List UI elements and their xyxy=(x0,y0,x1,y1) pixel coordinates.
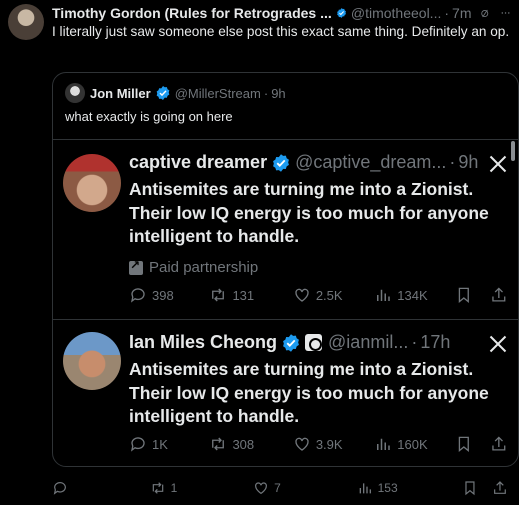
like-button[interactable]: 2.5K xyxy=(293,286,374,304)
x-logo-icon xyxy=(489,335,507,353)
author-handle[interactable]: @timotheeol... xyxy=(351,5,441,21)
quoted-post-time: 9h xyxy=(271,85,286,101)
post-time[interactable]: 7m xyxy=(452,5,471,21)
embedded-author-avatar xyxy=(63,154,121,212)
reply-count: 1K xyxy=(152,436,168,452)
reply-button[interactable] xyxy=(52,480,150,496)
post-action-bar: 1 7 153 xyxy=(52,478,513,498)
reply-button[interactable]: 398 xyxy=(129,286,209,304)
quoted-post-card[interactable]: Jon Miller @MillerStream · 9h what exact… xyxy=(52,72,519,467)
views-icon xyxy=(377,438,390,450)
dot-separator: · xyxy=(411,332,418,352)
bookmark-icon[interactable] xyxy=(455,286,473,304)
dot-separator: · xyxy=(444,5,450,21)
embedded-post-text: Antisemites are turning me into a Zionis… xyxy=(129,179,489,246)
share-icon[interactable] xyxy=(492,480,508,496)
embedded-action-bar: 398 131 2.5K 134K xyxy=(129,286,508,304)
reply-icon xyxy=(130,437,145,452)
quoted-post-header: Jon Miller @MillerStream · 9h xyxy=(65,83,286,103)
like-count: 3.9K xyxy=(315,436,343,452)
reply-button[interactable]: 1K xyxy=(129,435,209,453)
views-count: 134K xyxy=(397,287,428,303)
paid-partnership-text: Paid partnership xyxy=(149,259,259,276)
paid-partnership-icon xyxy=(129,258,143,275)
reply-icon xyxy=(53,482,66,495)
embedded-author-avatar xyxy=(63,332,121,390)
verified-badge-icon xyxy=(283,333,299,352)
x-logo-icon xyxy=(489,155,507,173)
repost-icon xyxy=(152,482,163,494)
like-count: 2.5K xyxy=(315,287,343,303)
embedded-post-header: Ian Miles Cheong @ianmil... · 17h xyxy=(129,332,508,353)
views-button[interactable]: 160K xyxy=(374,435,454,453)
embedded-post[interactable]: Ian Miles Cheong @ianmil... · 17h Antise… xyxy=(53,319,518,466)
embedded-post-text: Antisemites are turning me into a Zionis… xyxy=(129,359,489,426)
more-options-icon[interactable] xyxy=(500,5,511,21)
repost-button[interactable]: 131 xyxy=(209,286,292,304)
quoted-post-text: what exactly is going on here xyxy=(65,109,233,124)
author-avatar[interactable] xyxy=(8,4,44,40)
share-icon[interactable] xyxy=(490,435,508,453)
repost-count: 308 xyxy=(232,436,255,452)
repost-count: 1 xyxy=(170,481,178,495)
reply-icon xyxy=(130,288,145,303)
dot-separator: · xyxy=(263,85,269,101)
affiliate-badge-icon xyxy=(305,334,323,351)
grok-icon[interactable] xyxy=(480,6,490,21)
embedded-post-time: 9h xyxy=(458,152,479,172)
heart-icon xyxy=(295,437,309,451)
views-icon xyxy=(359,483,371,494)
author-name[interactable]: Timothy Gordon (Rules for Retrogrades ..… xyxy=(52,5,332,21)
embedded-post-header: captive dreamer @captive_dream... · 9h xyxy=(129,152,508,173)
like-button[interactable]: 7 xyxy=(253,480,357,496)
bookmark-icon[interactable] xyxy=(462,480,478,496)
embedded-post-time: 17h xyxy=(420,332,451,352)
like-button[interactable]: 3.9K xyxy=(293,435,374,453)
repost-button[interactable]: 1 xyxy=(150,480,254,496)
share-icon[interactable] xyxy=(490,286,508,304)
views-button[interactable]: 153 xyxy=(357,480,463,496)
embedded-author-handle: @captive_dream... xyxy=(295,152,447,172)
post-text: I literally just saw someone else post t… xyxy=(52,24,510,39)
like-count: 7 xyxy=(274,481,281,495)
embedded-author-name: captive dreamer xyxy=(129,152,268,172)
bookmark-icon[interactable] xyxy=(455,435,473,453)
quoted-author-name: Jon Miller xyxy=(90,85,151,101)
post-header: Timothy Gordon (Rules for Retrogrades ..… xyxy=(52,4,511,22)
embedded-author-name: Ian Miles Cheong xyxy=(129,332,278,352)
repost-icon xyxy=(212,437,225,451)
views-count: 160K xyxy=(397,436,428,452)
views-icon xyxy=(377,289,390,301)
verified-badge-icon xyxy=(156,86,170,100)
heart-icon xyxy=(255,482,268,495)
verified-badge-icon xyxy=(336,8,346,18)
paid-partnership-label: Paid partnership xyxy=(129,258,259,276)
quoted-author-handle: @MillerStream xyxy=(174,85,261,101)
dot-separator: · xyxy=(449,152,456,172)
quoted-author-avatar xyxy=(65,83,85,103)
views-count: 153 xyxy=(377,481,398,495)
repost-count: 131 xyxy=(232,287,255,303)
repost-icon xyxy=(212,288,225,302)
views-button[interactable]: 134K xyxy=(374,286,454,304)
embedded-post[interactable]: captive dreamer @captive_dream... · 9h A… xyxy=(53,139,518,319)
repost-button[interactable]: 308 xyxy=(209,435,292,453)
verified-badge-icon xyxy=(273,153,289,172)
embedded-author-handle: @ianmil... xyxy=(328,332,409,352)
heart-icon xyxy=(295,288,309,302)
embedded-action-bar: 1K 308 3.9K 160K xyxy=(129,435,508,453)
reply-count: 398 xyxy=(152,287,174,303)
